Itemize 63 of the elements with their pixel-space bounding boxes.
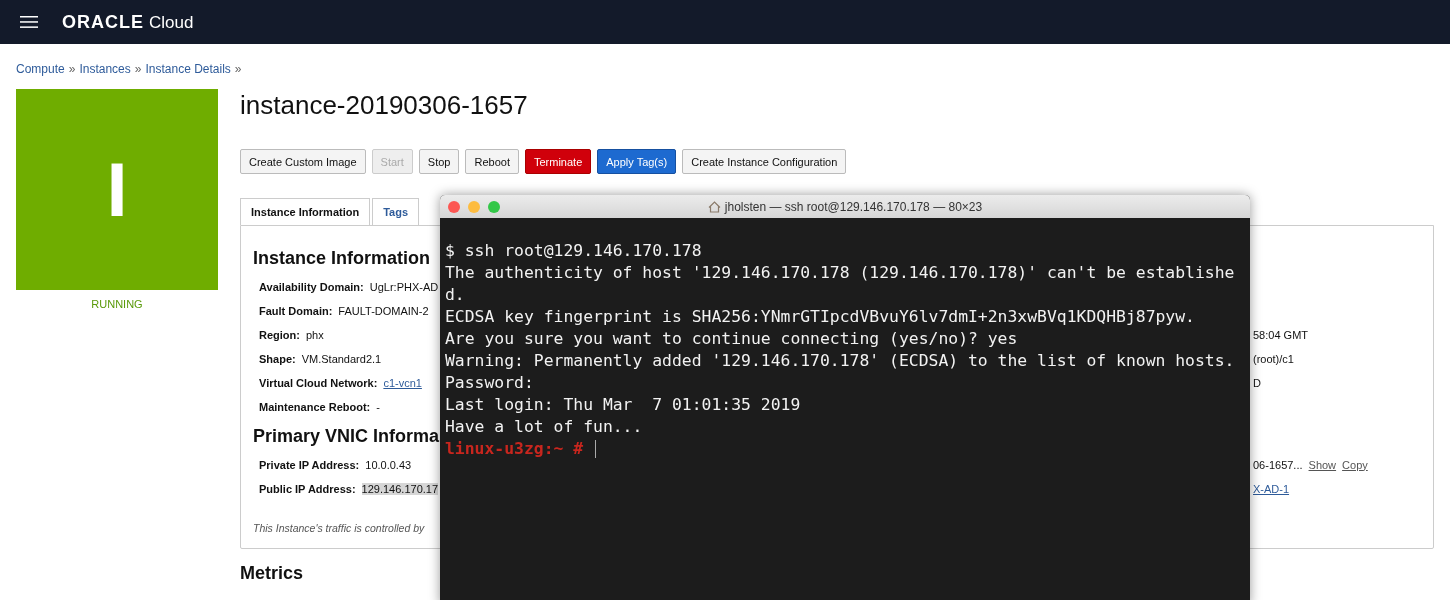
field-value: 10.0.0.43 [365,458,412,471]
field-value: FAULT-DOMAIN-2 [338,304,429,317]
field-label: Private IP Address: [259,458,360,471]
field-link[interactable]: c1-vcn1 [383,376,422,389]
terminal-line: $ ssh root@129.146.170.178 [445,240,702,262]
field-value: D [1253,376,1261,389]
instance-title: instance-20190306-1657 [240,89,529,121]
action-button[interactable]: Reboot [465,149,519,174]
breadcrumb-link[interactable]: Instance Details [145,62,231,76]
breadcrumb-link[interactable]: Compute [16,62,65,76]
breadcrumb-separator: » [234,62,242,76]
section-heading: Metrics [240,563,304,584]
field-value: (root)/c1 [1253,352,1294,365]
field-value: 06-1657... [1253,458,1303,471]
field-value: UgLr:PHX-AD [369,280,439,293]
section-heading: Instance Information [253,248,431,269]
field-label: Maintenance Reboot: [259,400,371,413]
breadcrumb-separator: » [134,62,142,76]
close-button[interactable] [448,200,460,213]
field-label: Public IP Address: [259,482,356,495]
terminal-line: Are you sure you want to continue connecting (yes/no)? yes [445,328,1018,350]
field-value: VM.Standard2.1 [301,352,382,365]
text-cursor [595,440,597,458]
shell-prompt: linux-u3zg:~ # [445,438,584,460]
home-icon [707,200,721,213]
field-label: Shape: [259,352,296,365]
terminal-line: The authenticity of host '129.146.170.178 (129.146.170.178)' can't be establishe [445,262,1235,284]
instance-letter: I [106,146,128,233]
field-value: phx [305,328,324,341]
field-link[interactable]: X-AD-1 [1253,482,1290,495]
status-label: RUNNING [91,298,143,310]
terminal-line: Last login: Thu Mar 7 01:01:35 2019 [445,394,801,416]
action-button[interactable]: Create Instance Configuration [682,149,847,174]
terminal-line: ECDSA key fingerprint is SHA256:YNmrGTIpcdVBvuY6lv7dmI+2n3xwBVq1KDQHBj87pyw. [445,306,1195,328]
field-value: 58:04 GMT [1253,328,1309,341]
terminal-line: Have a lot of fun... [445,416,643,438]
action-button[interactable]: Stop [418,149,460,174]
section-heading: Primary VNIC Informa [253,426,440,447]
field-link[interactable]: Show [1308,458,1337,471]
field-label: Virtual Cloud Network: [259,376,378,389]
field-label: Fault Domain: [259,304,333,317]
terminal-line: d. [445,284,465,306]
field-label: Availability Domain: [259,280,364,293]
tab[interactable]: Tags [372,198,420,225]
traffic-note: This Instance's traffic is controlled by [253,522,426,534]
menu-icon[interactable] [20,15,38,29]
tab[interactable]: Instance Information [240,198,371,225]
field-label: Region: [259,328,300,341]
field-link[interactable]: Copy [1342,458,1368,471]
breadcrumb-separator: » [68,62,76,76]
field-value: 129.146.170.17 [361,482,439,495]
minimize-button[interactable] [468,200,480,213]
brand-logo[interactable]: ORACLE [62,11,144,33]
window-title: jholsten — ssh root@129.146.170.178 — 80×23 [724,199,983,214]
action-button[interactable]: Apply Tag(s) [597,149,677,174]
action-button[interactable]: Create Custom Image [240,149,366,174]
product-name: Cloud [149,12,194,33]
field-value: - [376,400,380,413]
zoom-button[interactable] [488,200,500,213]
terminal-line: Warning: Permanently added '129.146.170.178' (ECDSA) to the list of known hosts. [445,350,1235,372]
terminal-line: Password: [445,372,534,394]
action-button[interactable]: Terminate [524,149,592,174]
breadcrumb-link[interactable]: Instances [79,62,131,76]
